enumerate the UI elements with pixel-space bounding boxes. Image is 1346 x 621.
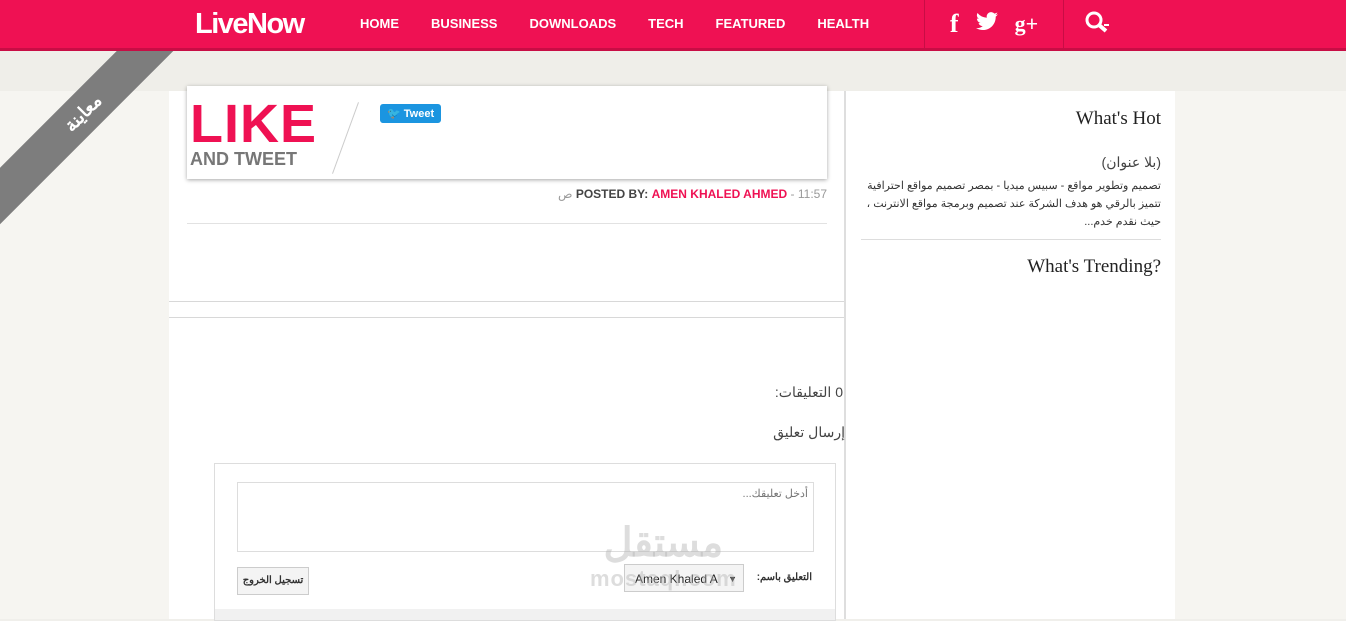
divider xyxy=(169,301,844,302)
preview-ribbon-wrap: معاينة xyxy=(0,51,200,251)
nav-featured[interactable]: FEATURED xyxy=(716,0,786,48)
comment-form-footer xyxy=(215,609,835,620)
watermark-logo: مستقل mostaql.com xyxy=(590,520,737,592)
post-time[interactable]: 11:57 xyxy=(798,187,827,201)
post-author-link[interactable]: AMEN KHALED AHMED xyxy=(652,187,788,201)
post-meta-sep: - xyxy=(790,187,798,201)
top-navbar: LiveNow HOME BUSINESS DOWNLOADS TECH FEA… xyxy=(0,0,1346,51)
post-banner-card: LIKE AND TWEET 🐦 Tweet xyxy=(187,86,827,179)
watermark-arabic: مستقل xyxy=(603,521,724,565)
logout-button[interactable]: تسجيل الخروج xyxy=(237,567,309,595)
twitter-icon: 🐦 xyxy=(387,108,401,120)
divider xyxy=(187,223,827,224)
banner-divider xyxy=(332,102,359,174)
nav-business[interactable]: BUSINESS xyxy=(431,0,497,48)
social-links: f g+ xyxy=(924,0,1064,48)
tweet-button-label: Tweet xyxy=(403,108,435,120)
hot-post-snippet: تصميم وتطوير مواقع - سبيس ميديا - بمصر ت… xyxy=(866,180,1161,228)
comment-as-label: التعليق باسم: xyxy=(756,572,812,583)
nav-downloads[interactable]: DOWNLOADS xyxy=(529,0,616,48)
main-nav: HOME BUSINESS DOWNLOADS TECH FEATURED HE… xyxy=(360,0,901,48)
nav-health[interactable]: HEALTH xyxy=(817,0,869,48)
search-icon[interactable] xyxy=(1085,11,1111,40)
comments-count: 0 التعليقات: xyxy=(774,384,843,400)
preview-ribbon: معاينة xyxy=(0,51,200,230)
hot-post-title[interactable]: (بلا عنوان) xyxy=(1099,154,1161,171)
twitter-icon[interactable] xyxy=(975,11,999,37)
nav-tech[interactable]: TECH xyxy=(648,0,683,48)
divider xyxy=(169,317,844,318)
posted-by-label: POSTED BY: xyxy=(575,187,649,201)
sub-band xyxy=(0,51,1346,91)
site-logo[interactable]: LiveNow xyxy=(195,8,305,41)
tweet-button[interactable]: 🐦 Tweet xyxy=(380,104,442,123)
whats-hot-title: What's Hot xyxy=(1075,108,1161,129)
watermark-latin: mostaql.com xyxy=(590,566,737,591)
comment-form: تسجيل الخروج Amen Khaled A ▼ التعليق باس… xyxy=(214,463,836,621)
banner-like-text: LIKE xyxy=(190,94,318,154)
whats-trending-title: What's Trending? xyxy=(1027,256,1161,277)
post-meta: ص POSTED BY: AMEN KHALED AHMED - 11:57 xyxy=(187,187,827,201)
divider xyxy=(861,239,1161,240)
google-plus-icon[interactable]: g+ xyxy=(1015,11,1039,37)
post-meridiem: ص xyxy=(557,187,573,201)
facebook-icon[interactable]: f xyxy=(950,9,959,39)
banner-and-tweet-text: AND TWEET xyxy=(190,149,297,169)
send-comment-heading: إرسال تعليق xyxy=(773,424,845,440)
nav-home[interactable]: HOME xyxy=(360,0,399,48)
